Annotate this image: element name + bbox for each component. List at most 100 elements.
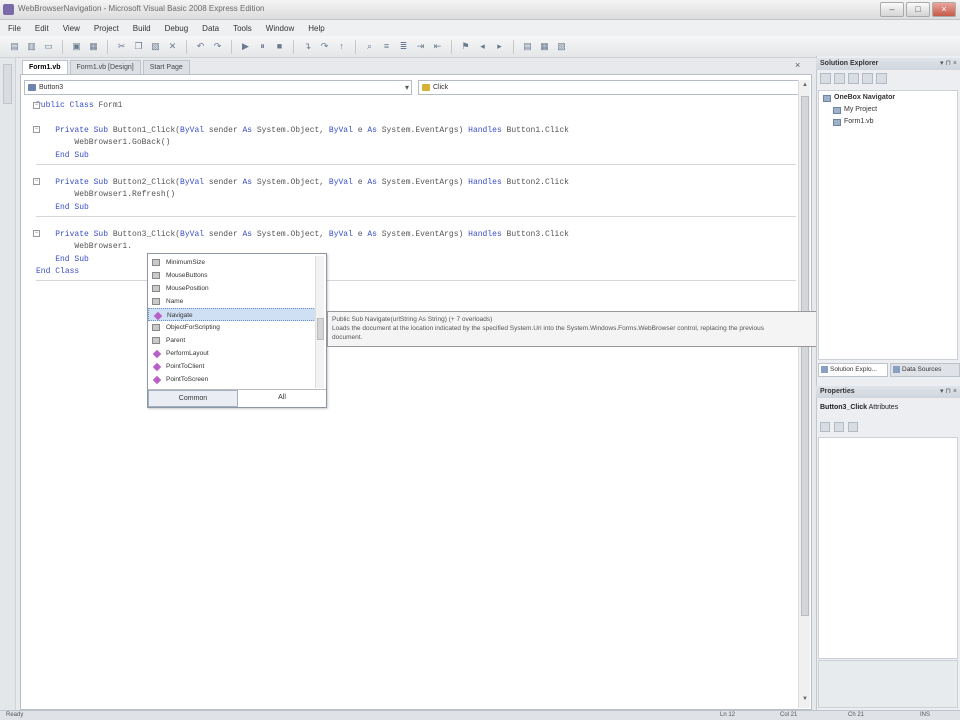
menu-edit[interactable]: Edit [35, 24, 49, 33]
tree-label: Form1.vb [844, 118, 874, 125]
categorized-icon[interactable] [820, 422, 830, 432]
maximize-button[interactable]: □ [906, 2, 930, 17]
menu-tools[interactable]: Tools [233, 24, 252, 33]
method-icon [152, 362, 162, 372]
view-designer-icon[interactable] [876, 73, 887, 84]
completion-item[interactable]: PerformLayout [148, 347, 316, 360]
completion-item[interactable]: Parent [148, 334, 316, 347]
start-debug-icon[interactable]: ▶ [239, 40, 252, 53]
solution-tree-area[interactable] [818, 90, 958, 360]
tab-form1-code[interactable]: Form1.vb [22, 60, 68, 74]
cut-icon[interactable]: ✂ [115, 40, 128, 53]
properties-icon[interactable] [820, 73, 831, 84]
menu-build[interactable]: Build [133, 24, 151, 33]
menu-file[interactable]: File [8, 24, 21, 33]
paste-icon[interactable]: ▧ [149, 40, 162, 53]
outdent-icon[interactable]: ⇤ [431, 40, 444, 53]
completion-label: Name [166, 298, 184, 305]
intellisense-scrollbar[interactable] [315, 256, 324, 388]
scroll-down-icon[interactable]: ▼ [800, 696, 810, 706]
toolbox-tab[interactable] [3, 64, 12, 104]
menu-project[interactable]: Project [94, 24, 119, 33]
alphabetical-icon[interactable] [834, 422, 844, 432]
toolbox-icon[interactable]: ▧ [555, 40, 568, 53]
pane-buttons[interactable]: ▾ ⊓ × [940, 58, 957, 70]
close-button[interactable]: × [932, 2, 956, 17]
tab-form1-design[interactable]: Form1.vb [Design] [69, 60, 141, 74]
next-bookmark-icon[interactable]: ▸ [493, 40, 506, 53]
completion-item[interactable]: ObjectForScripting [148, 321, 316, 334]
properties-grid[interactable] [818, 437, 958, 659]
bookmark-icon[interactable]: ⚑ [459, 40, 472, 53]
completion-item[interactable]: Name [148, 295, 316, 308]
menu-help[interactable]: Help [308, 24, 324, 33]
uncomment-icon[interactable]: ≣ [397, 40, 410, 53]
completion-item-selected[interactable]: Navigate [148, 308, 316, 321]
save-all-icon[interactable]: ▦ [87, 40, 100, 53]
tab-start-page[interactable]: Start Page [142, 60, 190, 74]
object-combo-value: Button3 [39, 84, 64, 91]
step-into-icon[interactable]: ↴ [301, 40, 314, 53]
completion-item[interactable]: PointToScreen [148, 373, 316, 386]
tree-item-form1[interactable]: Form1.vb [832, 116, 895, 128]
indent-icon[interactable]: ⇥ [414, 40, 427, 53]
solution-explorer-icon[interactable]: ▤ [521, 40, 534, 53]
tree-label: OneBox Navigator [834, 94, 896, 101]
completion-item[interactable]: PointToClient [148, 360, 316, 373]
common-tab[interactable]: Common [148, 390, 238, 407]
scroll-thumb[interactable] [317, 318, 324, 340]
all-tab[interactable]: All [238, 390, 326, 407]
find-icon[interactable]: ⌕ [363, 40, 376, 53]
collapse-toggle-icon[interactable]: − [33, 102, 40, 109]
collapse-toggle-icon[interactable]: − [33, 126, 40, 133]
undo-icon[interactable]: ↶ [194, 40, 207, 53]
new-project-icon[interactable]: ▤ [8, 40, 21, 53]
property-pages-icon[interactable] [848, 422, 858, 432]
prev-bookmark-icon[interactable]: ◂ [476, 40, 489, 53]
delete-icon[interactable]: ✕ [166, 40, 179, 53]
close-tab-icon[interactable]: × [795, 60, 800, 70]
pane-buttons[interactable]: ▾ ⊓ × [940, 386, 957, 398]
scroll-thumb[interactable] [801, 96, 809, 616]
menu-data[interactable]: Data [202, 24, 219, 33]
status-col: Col 21 [780, 712, 798, 718]
menu-window[interactable]: Window [266, 24, 294, 33]
editor-vertical-scrollbar[interactable]: ▲ ▼ [798, 80, 810, 708]
toolbox-strip[interactable] [0, 58, 16, 710]
toolbar-separator [293, 39, 294, 54]
menu-debug[interactable]: Debug [165, 24, 189, 33]
collapse-toggle-icon[interactable]: − [33, 230, 40, 237]
step-over-icon[interactable]: ↷ [318, 40, 331, 53]
view-code-icon[interactable] [862, 73, 873, 84]
tab-data-sources[interactable]: Data Sources [890, 363, 960, 377]
refresh-icon[interactable] [848, 73, 859, 84]
add-item-icon[interactable]: ▥ [25, 40, 38, 53]
stop-icon[interactable]: ■ [273, 40, 286, 53]
tree-item-my-project[interactable]: My Project [832, 104, 895, 116]
tab-solution-explorer[interactable]: Solution Explo... [818, 363, 888, 377]
toolbar-separator [451, 39, 452, 54]
object-combo[interactable]: Button3 ▾ [24, 80, 412, 95]
minimize-button[interactable]: – [880, 2, 904, 17]
copy-icon[interactable]: ❐ [132, 40, 145, 53]
pause-icon[interactable]: ⏸ [256, 40, 269, 53]
redo-icon[interactable]: ↷ [211, 40, 224, 53]
properties-icon[interactable]: ▦ [538, 40, 551, 53]
completion-label: PointToScreen [166, 376, 209, 383]
step-out-icon[interactable]: ↑ [335, 40, 348, 53]
show-all-files-icon[interactable] [834, 73, 845, 84]
completion-item[interactable]: MousePosition [148, 282, 316, 295]
open-file-icon[interactable]: ▭ [42, 40, 55, 53]
save-icon[interactable]: ▣ [70, 40, 83, 53]
event-combo[interactable]: Click ▾ [418, 80, 808, 95]
completion-item[interactable]: MouseButtons [148, 269, 316, 282]
completion-item[interactable]: MinimumSize [148, 256, 316, 269]
comment-icon[interactable]: ≡ [380, 40, 393, 53]
property-icon [152, 324, 160, 331]
menu-view[interactable]: View [63, 24, 80, 33]
tree-item-project[interactable]: OneBox Navigator [822, 92, 895, 104]
scroll-up-icon[interactable]: ▲ [800, 82, 810, 92]
status-ready: Ready [6, 712, 24, 718]
event-icon [422, 84, 430, 91]
collapse-toggle-icon[interactable]: − [33, 178, 40, 185]
